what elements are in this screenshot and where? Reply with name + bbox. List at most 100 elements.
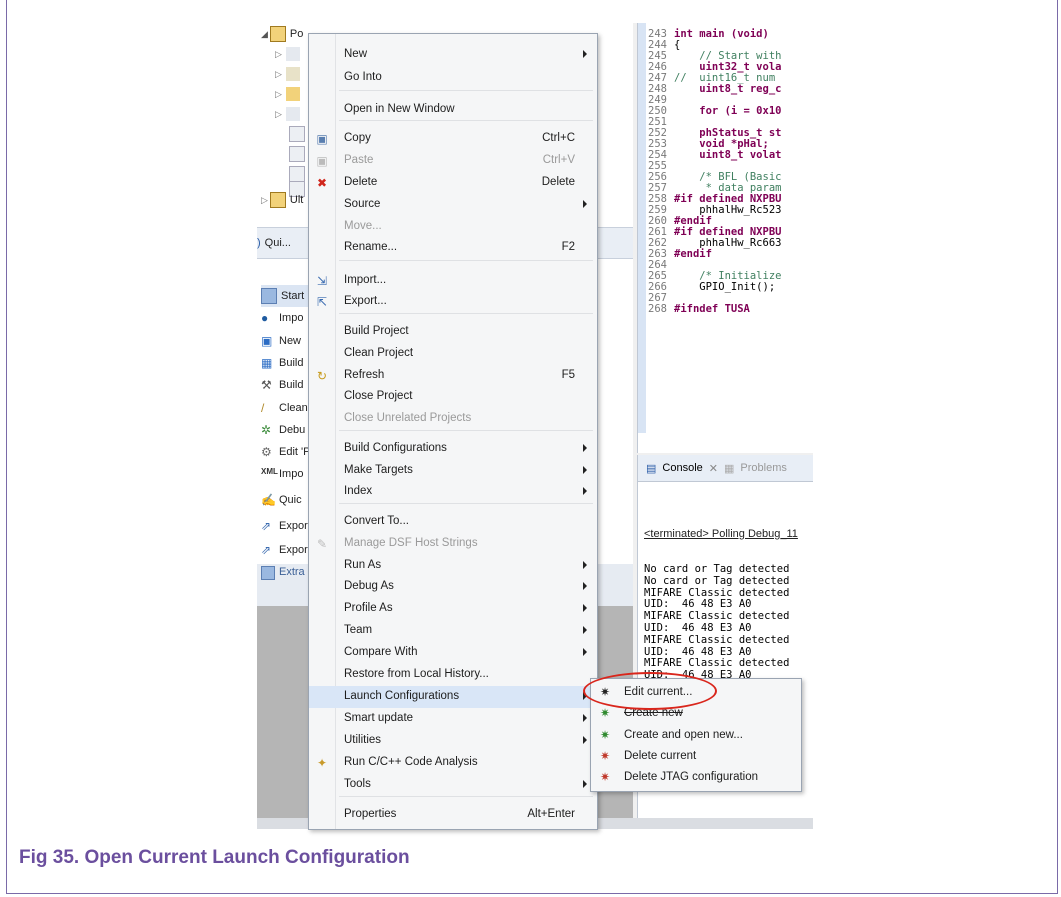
menu-item-label: Delete: [344, 176, 378, 188]
task-item[interactable]: XML Impo: [261, 463, 303, 485]
start-icon: [261, 288, 277, 304]
menu-item-run-c-c-code-analysis[interactable]: ✦ Run C/C++ Code Analysis: [309, 752, 597, 774]
tree-item-child[interactable]: ▷: [275, 63, 304, 85]
menu-item-new[interactable]: New: [309, 44, 597, 66]
task-item[interactable]: / Clean: [261, 397, 308, 419]
task-item[interactable]: ⇗ Expor: [261, 515, 308, 537]
task-label: Clean: [279, 402, 308, 414]
submenu-item-delete-current[interactable]: ✷ Delete current: [591, 746, 801, 767]
menu-item-delete[interactable]: ✖ Delete Delete: [309, 172, 597, 194]
menu-item-shortcut: Ctrl+C: [542, 132, 575, 144]
menu-item-label: Debug As: [344, 580, 394, 592]
menu-item-label: Close Unrelated Projects: [344, 412, 472, 424]
code-editor[interactable]: 243 int main (void) 244{245 // Start with 2…: [637, 23, 813, 453]
menu-item-profile-as[interactable]: Profile As: [309, 598, 597, 620]
menu-item-debug-as[interactable]: Debug As: [309, 576, 597, 598]
menu-item-label: Close Project: [344, 390, 413, 402]
broom-icon: /: [261, 401, 265, 415]
submenu-arrow-icon: [583, 648, 587, 656]
submenu-arrow-icon: [583, 582, 587, 590]
task-item[interactable]: ▣ New: [261, 330, 301, 352]
menu-item-clean-project[interactable]: Clean Project: [309, 343, 597, 365]
submenu-arrow-icon: [583, 466, 587, 474]
menu-item-shortcut: Alt+Enter: [527, 808, 575, 820]
menu-item-smart-update[interactable]: Smart update: [309, 708, 597, 730]
line-text: #endif: [674, 248, 712, 260]
menu-item-compare-with[interactable]: Compare With: [309, 642, 597, 664]
menu-item-build-project[interactable]: Build Project: [309, 321, 597, 343]
menu-item-build-configurations[interactable]: Build Configurations: [309, 438, 597, 460]
menu-item-make-targets[interactable]: Make Targets: [309, 460, 597, 482]
menu-item-tools[interactable]: Tools: [309, 774, 597, 796]
tab-problems[interactable]: Problems: [740, 462, 786, 474]
console-line: No card or Tag detected: [644, 574, 790, 587]
console-header: <terminated> Polling Debug_11: [644, 527, 798, 540]
menu-item-label: Team: [344, 624, 373, 636]
task-item[interactable]: ⇗ Expor: [261, 539, 308, 561]
task-item[interactable]: ⚒ Build: [261, 374, 303, 396]
line-text: uint8_t volat: [674, 149, 782, 161]
menu-item-export[interactable]: ⇱ Export...: [309, 291, 597, 313]
task-item[interactable]: ⚙ Edit 'P: [261, 441, 310, 463]
menu-item-restore-from-local-history[interactable]: Restore from Local History...: [309, 664, 597, 686]
settings-icon: ⚙: [261, 445, 272, 459]
menu-item-copy[interactable]: ▣ Copy Ctrl+C: [309, 128, 597, 150]
menu-item-launch-configurations[interactable]: Launch Configurations: [309, 686, 597, 708]
tree-item-label: Po: [289, 28, 304, 40]
menu-item-label: Open in New Window: [344, 103, 455, 115]
task-label: Build: [279, 379, 304, 391]
task-item[interactable]: ✲ Debu: [261, 419, 305, 441]
menu-item-label: Utilities: [344, 734, 382, 746]
menu-item-team[interactable]: Team: [309, 620, 597, 642]
menu-item-label: Build Configurations: [344, 442, 447, 454]
lightbulb-icon: ●: [261, 311, 269, 325]
tree-item-child[interactable]: ▷: [275, 83, 304, 105]
quickstart-tab[interactable]: ) Qui...: [257, 232, 291, 254]
tree-item-child[interactable]: [289, 143, 309, 165]
menu-item-import[interactable]: ⇲ Import...: [309, 270, 597, 292]
tree-item-project[interactable]: ◢ Po: [261, 23, 303, 45]
menu-item-open-in-new-window[interactable]: Open in New Window: [309, 99, 597, 121]
task-label: Build: [279, 357, 304, 369]
menu-item-move[interactable]: Move...: [309, 216, 597, 238]
menu-item-label: Index: [344, 485, 373, 497]
menu-item-convert-to[interactable]: Convert To...: [309, 511, 597, 533]
menu-item-properties[interactable]: Properties Alt+Enter: [309, 804, 597, 826]
menu-item-label: Manage DSF Host Strings: [344, 537, 478, 549]
menu-item-label: New: [344, 48, 368, 60]
menu-item-rename[interactable]: Rename... F2: [309, 237, 597, 259]
menu-separator: [339, 90, 593, 91]
menu-item-close-project[interactable]: Close Project: [309, 386, 597, 408]
menu-item-index[interactable]: Index: [309, 481, 597, 503]
task-item[interactable]: ✍ Quic: [261, 489, 302, 511]
menu-item-paste[interactable]: ▣ Paste Ctrl+V: [309, 150, 597, 172]
menu-item-utilities[interactable]: Utilities: [309, 730, 597, 752]
menu-separator: [339, 260, 593, 261]
menu-item-label: Tools: [344, 778, 371, 790]
debug-icon: ✲: [261, 423, 272, 437]
submenu-item-create-and-open-new[interactable]: ✷ Create and open new...: [591, 725, 801, 746]
submenu-arrow-icon: [583, 714, 587, 722]
tree-item-child[interactable]: ▷: [275, 103, 304, 125]
tree-item-child[interactable]: ▷: [275, 43, 304, 65]
close-icon[interactable]: ✕: [709, 462, 718, 475]
menu-item-label: Copy: [344, 132, 371, 144]
submenu-item-label: Delete JTAG configuration: [624, 771, 759, 783]
menu-item-refresh[interactable]: ↻ Refresh F5: [309, 365, 597, 387]
menu-item-label: Restore from Local History...: [344, 668, 489, 680]
tree-item-child[interactable]: [289, 123, 309, 145]
menu-item-go-into[interactable]: Go Into: [309, 67, 597, 89]
menu-item-close-unrelated-projects[interactable]: Close Unrelated Projects: [309, 408, 597, 430]
tab-console[interactable]: Console: [662, 462, 702, 474]
menu-item-run-as[interactable]: Run As: [309, 555, 597, 577]
task-item[interactable]: ▦ Build: [261, 352, 303, 374]
section-label: Extra: [279, 566, 305, 578]
submenu-arrow-icon: [583, 626, 587, 634]
submenu-arrow-icon: [583, 50, 587, 58]
submenu-item-delete-jtag-configuration[interactable]: ✷ Delete JTAG configuration: [591, 767, 801, 788]
menu-item-manage-dsf-host-strings[interactable]: ✎ Manage DSF Host Strings: [309, 533, 597, 555]
tree-item-project[interactable]: ▷ Ult: [261, 189, 303, 211]
task-item[interactable]: ● Impo: [261, 307, 303, 329]
menu-item-source[interactable]: Source: [309, 194, 597, 216]
file-icon: [285, 107, 300, 121]
